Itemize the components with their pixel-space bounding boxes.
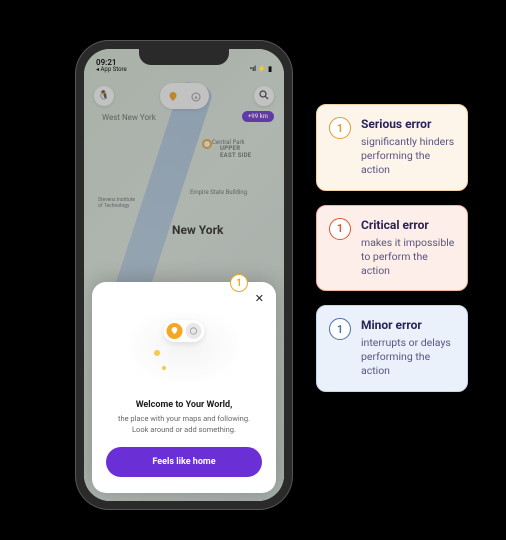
primary-button[interactable]: Feels like home xyxy=(106,447,262,477)
notch xyxy=(139,49,229,65)
phone-screen: 09:21 ◂ App Store •ıl ⚡ ▮ 🐧 xyxy=(84,49,284,501)
legend-num-serious: 1 xyxy=(329,117,351,139)
error-legend: 1 Serious error significantly hinders pe… xyxy=(316,104,468,392)
legend-critical: 1 Critical error makes it impossible to … xyxy=(316,205,468,292)
legend-serious: 1 Serious error significantly hinders pe… xyxy=(316,104,468,191)
compass-icon xyxy=(186,323,202,339)
legend-desc-serious: significantly hinders performing the act… xyxy=(361,135,455,178)
sheet-title: Welcome to Your World, xyxy=(106,400,262,410)
legend-title-serious: Serious error xyxy=(361,117,455,131)
illus-dot-icon xyxy=(154,350,160,356)
status-back[interactable]: ◂ App Store xyxy=(96,67,127,73)
annotation-badge-1: 1 xyxy=(230,274,248,292)
legend-desc-minor: interrupts or delays performing the acti… xyxy=(361,336,455,379)
sheet-illustration xyxy=(106,302,262,392)
legend-title-minor: Minor error xyxy=(361,318,455,332)
welcome-sheet: 1 ✕ Welcome to Your World, the place xyxy=(92,282,276,493)
legend-minor: 1 Minor error interrupts or delays perfo… xyxy=(316,305,468,392)
legend-desc-critical: makes it impossible to perform the actio… xyxy=(361,236,455,279)
status-right-icons: •ıl ⚡ ▮ xyxy=(250,65,272,73)
illus-tab-pill xyxy=(164,320,205,342)
legend-num-minor: 1 xyxy=(329,318,351,340)
legend-num-critical: 1 xyxy=(329,218,351,240)
phone-frame: 09:21 ◂ App Store •ıl ⚡ ▮ 🐧 xyxy=(75,40,293,510)
legend-title-critical: Critical error xyxy=(361,218,455,232)
pin-icon xyxy=(167,323,183,339)
illus-dot-icon xyxy=(162,366,166,370)
sheet-subtitle: the place with your maps and following. … xyxy=(106,414,262,435)
